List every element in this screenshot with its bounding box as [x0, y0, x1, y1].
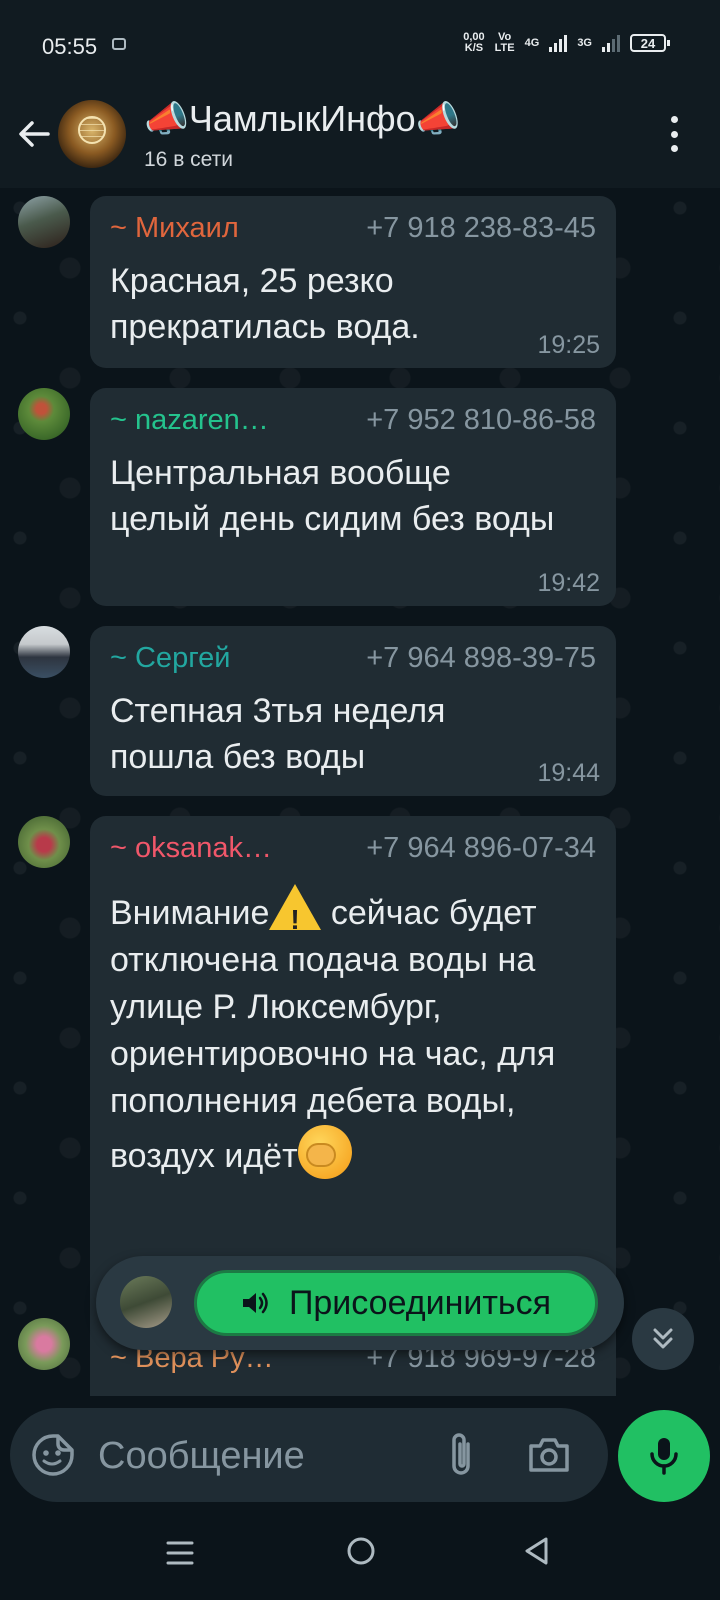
message-time: 19:44 — [537, 759, 600, 787]
voice-chat-bar: Присоединиться — [96, 1256, 624, 1350]
microphone-icon — [650, 1438, 678, 1475]
message-header: ~ oksanak… +7 964 896-07-34 — [110, 830, 596, 866]
join-voice-chat-label: Присоединиться — [288, 1283, 552, 1322]
network-speed-unit: K/S — [464, 42, 484, 54]
sender-name[interactable]: ~ Михаил — [110, 212, 239, 245]
signal-icon-2 — [602, 34, 620, 52]
sender-name[interactable]: ~ oksanak… — [110, 832, 272, 865]
chat-header: 📣ЧамлыкИнфо📣 16 в сети — [0, 90, 720, 188]
sender-name[interactable]: ~ nazaren… — [110, 404, 269, 437]
speaker-icon — [242, 1292, 268, 1314]
message-header: ~ nazaren… +7 952 810-86-58 — [110, 402, 596, 438]
voice-chat-avatar — [120, 1276, 172, 1328]
message-text: Степная 3тья неделя пошла без воды — [110, 692, 446, 776]
message-time: 19:25 — [537, 331, 600, 359]
sender-phone[interactable]: +7 918 238-83-45 — [366, 212, 596, 245]
back-triangle-icon[interactable] — [522, 1536, 552, 1566]
sticker-icon[interactable] — [30, 1432, 76, 1478]
screenshot-icon — [112, 38, 126, 50]
group-avatar[interactable] — [58, 100, 126, 168]
message-text-part: Внимание — [110, 894, 270, 932]
network-type-1-label: 4G — [524, 36, 540, 49]
volte-bottom: LTE — [494, 42, 515, 54]
status-time: 05:55 — [42, 34, 98, 59]
message-text: Центральная вообще целый день сидим без … — [110, 454, 555, 538]
sender-name[interactable]: ~ Сергей — [110, 642, 230, 675]
avatar[interactable] — [18, 196, 70, 248]
message-bubble[interactable]: ~ nazaren… +7 952 810-86-58 Центральная … — [90, 388, 616, 606]
globe-icon — [78, 116, 106, 144]
scroll-to-bottom-button[interactable] — [632, 1308, 694, 1370]
avatar[interactable] — [18, 816, 70, 868]
sender-phone[interactable]: +7 964 896-07-34 — [366, 832, 596, 865]
message-bubble[interactable]: ~ Сергей +7 964 898-39-75 Степная 3тья н… — [90, 626, 616, 796]
network-type-2-label: 3G — [577, 36, 592, 49]
back-arrow-icon[interactable] — [14, 114, 54, 154]
network-type-2: 3G — [577, 36, 592, 49]
volte-indicator: Vo LTE — [495, 32, 515, 54]
avatar[interactable] — [18, 388, 70, 440]
camera-icon[interactable] — [526, 1432, 572, 1478]
message-header: ~ Михаил +7 918 238-83-45 — [110, 210, 596, 246]
online-status: 16 в сети — [144, 148, 234, 171]
more-options-icon[interactable] — [668, 116, 680, 152]
warning-emoji-icon — [269, 884, 322, 943]
avatar[interactable] — [18, 1318, 70, 1370]
system-navigation-bar — [0, 1502, 720, 1600]
double-chevron-down-icon — [653, 1328, 673, 1349]
message-header: ~ Сергей +7 964 898-39-75 — [110, 640, 596, 676]
network-type-1: 4G — [524, 36, 540, 49]
avatar[interactable] — [18, 626, 70, 678]
battery-level: 24 — [640, 35, 656, 51]
home-icon[interactable] — [346, 1536, 376, 1566]
message-bubble[interactable]: ~ Михаил +7 918 238-83-45 Красная, 25 ре… — [90, 196, 616, 368]
paperclip-icon[interactable] — [442, 1430, 482, 1480]
message-text: Красная, 25 резко прекратилась вода. — [110, 262, 420, 346]
message-list[interactable]: ~ Михаил +7 918 238-83-45 Красная, 25 ре… — [0, 188, 720, 1396]
chat-screen: 05:55 0,00 K/S Vo LTE 4G 3G 24 📣ЧамлыкИн… — [0, 0, 720, 1600]
message-composer — [10, 1408, 608, 1502]
peeking-face-emoji-icon — [297, 1125, 352, 1179]
signal-icon — [549, 34, 568, 52]
status-bar: 05:55 0,00 K/S Vo LTE 4G 3G 24 — [0, 0, 720, 90]
message-text: Внимание сейчас будет отключена подача в… — [110, 884, 596, 1180]
sender-phone[interactable]: +7 952 810-86-58 — [366, 404, 596, 437]
voice-message-button[interactable] — [618, 1410, 710, 1502]
group-name[interactable]: 📣ЧамлыкИнфо📣 — [144, 98, 460, 140]
battery-icon: 24 — [630, 34, 670, 52]
recent-apps-icon[interactable] — [166, 1540, 194, 1566]
status-indicators: 0,00 K/S Vo LTE 4G 3G 24 — [463, 32, 670, 54]
message-time: 19:42 — [537, 569, 600, 597]
join-voice-chat-button[interactable]: Присоединиться — [194, 1270, 598, 1336]
network-speed: 0,00 K/S — [463, 32, 484, 54]
sender-phone[interactable]: +7 964 898-39-75 — [366, 642, 596, 675]
message-input[interactable] — [96, 1426, 430, 1486]
